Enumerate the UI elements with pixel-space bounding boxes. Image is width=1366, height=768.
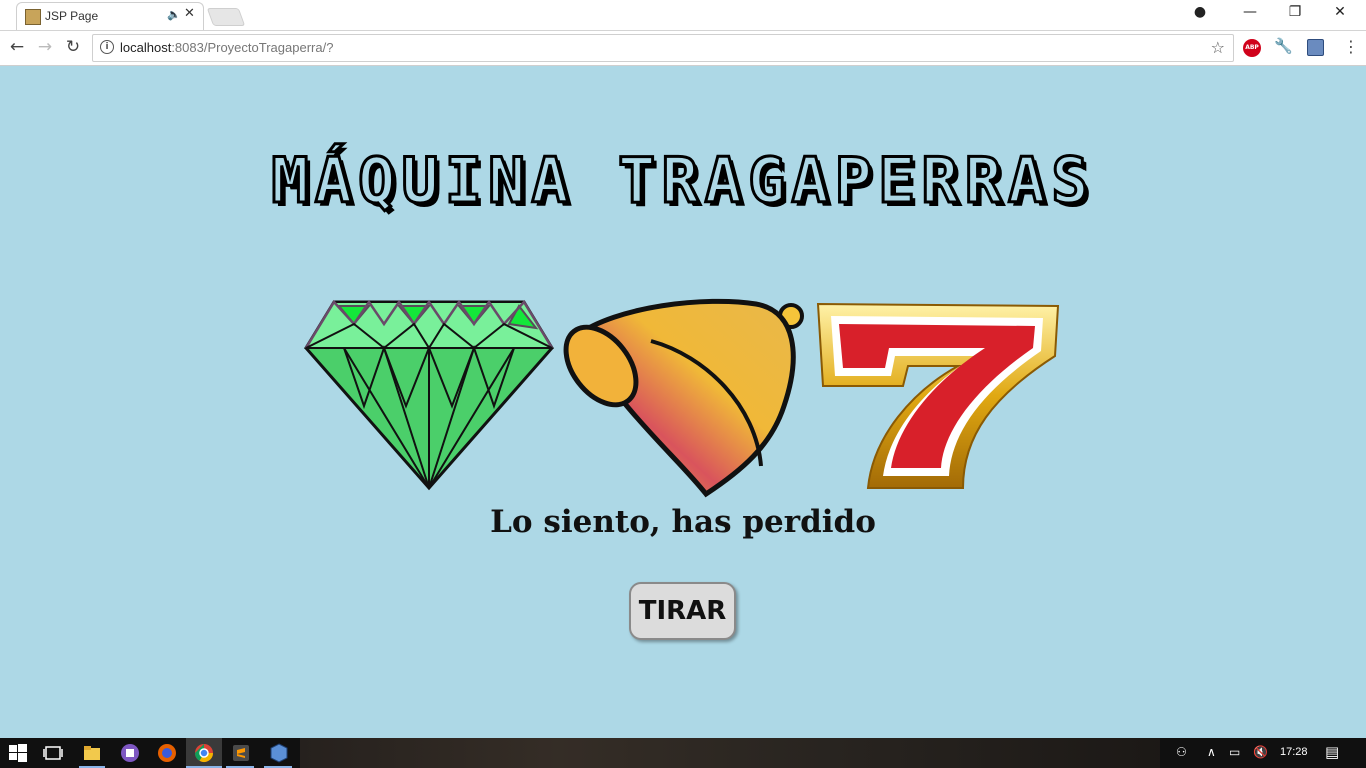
page-body: MÁQUINA TRAGAPERRAS Lo siento, has perdi… — [0, 66, 1366, 738]
firefox-icon[interactable] — [157, 743, 177, 763]
action-center-icon[interactable]: ▤ — [1325, 743, 1339, 761]
close-window-button[interactable]: ✕ — [1318, 4, 1362, 20]
bookmark-star-icon[interactable]: ☆ — [1211, 38, 1225, 57]
chrome-icon[interactable] — [194, 743, 214, 763]
adblock-plus-icon[interactable]: ABP — [1243, 39, 1261, 57]
page-favicon-icon — [25, 9, 41, 25]
browser-tab-strip: JSP Page 🔈 ✕ ● — ❐ ✕ — [0, 0, 1366, 31]
file-explorer-icon[interactable] — [82, 743, 102, 763]
close-tab-icon[interactable]: ✕ — [184, 6, 195, 21]
tab-title: JSP Page — [45, 9, 99, 23]
show-hidden-icons-chevron-icon[interactable]: ∧ — [1207, 745, 1216, 759]
people-icon[interactable]: ⚇ — [1176, 745, 1187, 759]
forward-button[interactable]: → — [34, 37, 56, 57]
minimize-button[interactable]: — — [1228, 4, 1272, 20]
taskbar-clock[interactable]: 17:28 — [1280, 746, 1308, 758]
url-text[interactable]: localhost:8083/ProyectoTragaperra/? — [120, 40, 333, 55]
page-title: MÁQUINA TRAGAPERRAS — [270, 143, 1095, 219]
slot-reels — [300, 296, 1070, 498]
pomodoro-app-icon[interactable] — [120, 743, 140, 763]
task-view-icon[interactable] — [43, 743, 63, 763]
result-message: Lo siento, has perdido — [490, 504, 876, 540]
sublime-text-icon[interactable] — [231, 743, 251, 763]
virtualbox-icon[interactable] — [269, 743, 289, 763]
site-info-icon[interactable]: i — [100, 40, 114, 54]
taskbar-wallpaper — [300, 738, 1160, 768]
spin-button[interactable]: TIRAR — [629, 582, 736, 640]
restore-button[interactable]: ❐ — [1273, 4, 1317, 20]
browser-menu-icon[interactable]: ⋮ — [1343, 37, 1359, 56]
new-tab-button[interactable] — [206, 8, 246, 26]
cube-extension-icon[interactable] — [1307, 39, 1324, 56]
profile-icon[interactable]: ● — [1178, 4, 1222, 20]
browser-toolbar: ← → ↻ i localhost:8083/ProyectoTragaperr… — [0, 31, 1366, 66]
diamond-icon — [304, 299, 554, 491]
back-button[interactable]: ← — [6, 37, 28, 57]
audio-playing-icon[interactable]: 🔈 — [167, 8, 181, 21]
address-bar[interactable]: i localhost:8083/ProyectoTragaperra/? ☆ — [92, 34, 1234, 62]
browser-tab[interactable]: JSP Page 🔈 ✕ — [16, 2, 204, 30]
windows-taskbar: ⚇ ∧ ▭ 🔇 17:28 ▤ — [0, 738, 1366, 768]
reload-button[interactable]: ↻ — [62, 37, 84, 57]
windows-start-icon[interactable] — [8, 743, 28, 763]
battery-icon[interactable]: ▭ — [1229, 745, 1240, 759]
wrench-extension-icon[interactable]: 🔧 — [1274, 37, 1293, 55]
bell-icon — [563, 298, 804, 498]
volume-muted-icon[interactable]: 🔇 — [1253, 745, 1268, 759]
seven-icon — [816, 302, 1060, 489]
